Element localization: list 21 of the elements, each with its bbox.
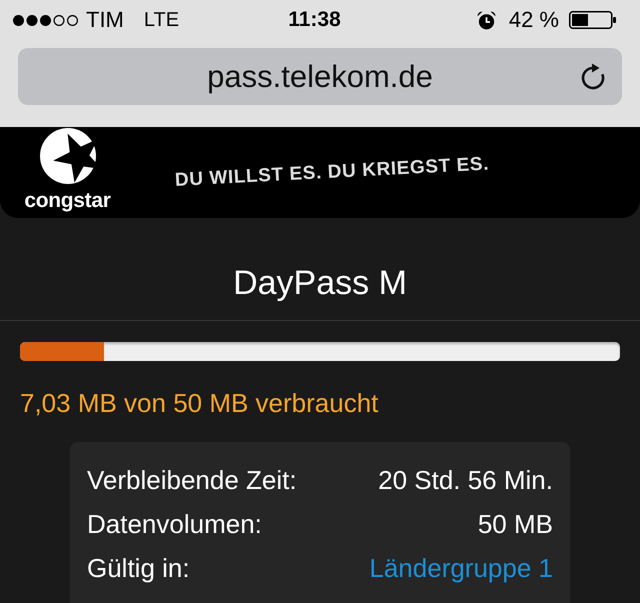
signal-strength-icon — [13, 14, 78, 26]
alarm-clock-icon — [476, 10, 496, 30]
url-text: pass.telekom.de — [207, 58, 433, 94]
detail-label: Gültig in: — [87, 552, 190, 584]
carrier-name: TIM — [86, 7, 124, 33]
address-bar[interactable]: pass.telekom.de — [18, 48, 622, 105]
detail-value: 20 Std. 56 Min. — [378, 464, 553, 496]
detail-value: 50 MB — [478, 508, 553, 540]
country-group-link[interactable]: Ländergruppe 1 — [369, 552, 553, 584]
brand-name: congstar — [24, 189, 111, 213]
detail-label: Datenvolumen: — [87, 508, 262, 540]
network-type: LTE — [144, 8, 180, 33]
logo-icon — [40, 128, 96, 184]
usage-text: 7,03 MB von 50 MB verbraucht — [20, 387, 378, 419]
pass-title: DayPass M — [233, 263, 407, 303]
slogan-text: DU WILLST ES. DU KRIEGST ES. — [174, 154, 490, 191]
battery-percentage: 42 % — [508, 7, 559, 33]
clock-time: 11:38 — [288, 7, 341, 33]
battery-icon — [569, 11, 616, 29]
detail-label: Verbleibende Zeit: — [87, 464, 297, 496]
reload-icon[interactable] — [580, 63, 606, 90]
